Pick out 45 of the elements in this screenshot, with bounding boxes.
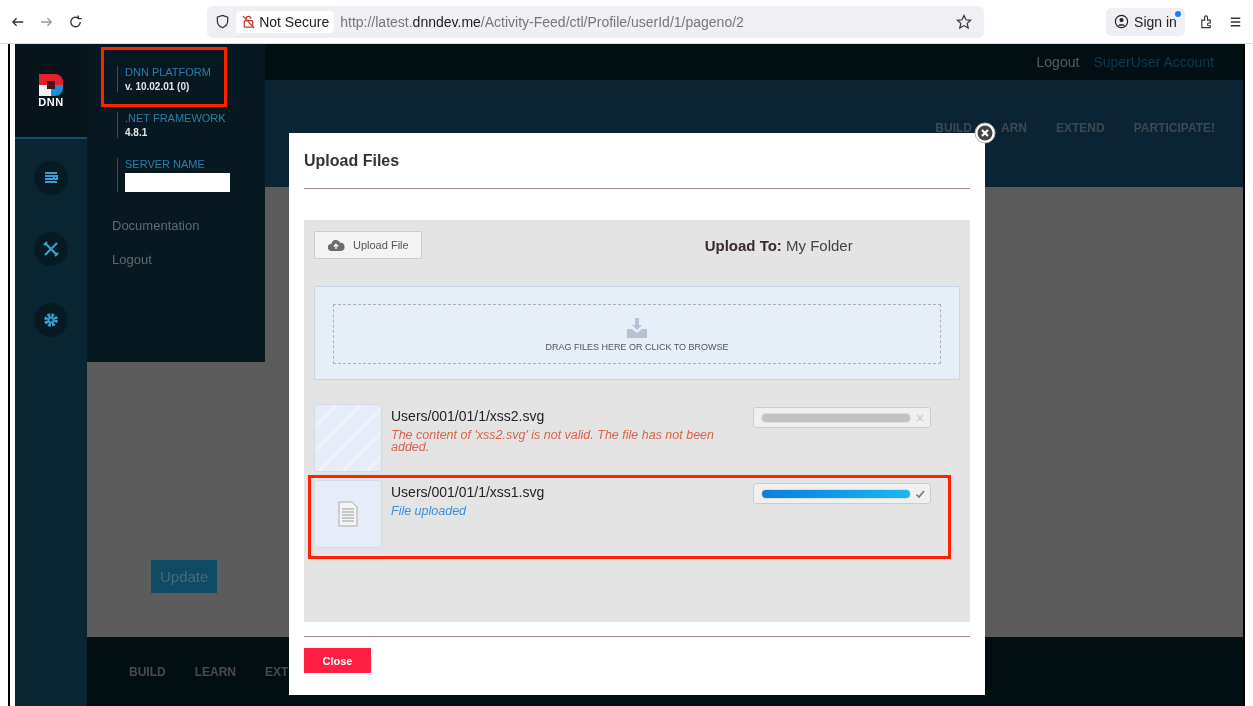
settings-icon[interactable] — [34, 303, 68, 337]
upload-destination: Upload To: My Folder — [704, 236, 853, 254]
info-value: 4.8.1 — [125, 127, 149, 138]
address-bar[interactable]: Not Secure http://latest.dnndev.me/Activity-Feed/ctl/Profile/userId/1/pageno/2 — [207, 5, 985, 38]
top-link[interactable]: Logout — [1036, 54, 1080, 70]
file-status-message: The content of 'xss2.svg' is not valid. The file has not been added. — [391, 429, 715, 453]
dnn-logo[interactable]: DNN — [38, 73, 64, 108]
file-name: Users/001/01/1/xss1.svg — [391, 484, 546, 500]
drop-zone[interactable]: DRAG FILES HERE OR CLICK TO BROWSE — [333, 304, 941, 364]
cross-icon — [915, 412, 925, 423]
document-icon — [338, 501, 358, 527]
sign-in-button[interactable]: Sign in — [1106, 7, 1185, 36]
footer-link[interactable]: EXT — [265, 664, 289, 679]
cloud-upload-icon — [327, 238, 345, 252]
footer-link[interactable]: BUILD — [129, 664, 166, 679]
close-button[interactable]: Close — [304, 648, 371, 673]
top-link[interactable]: SuperUser Account — [1093, 54, 1214, 70]
update-button[interactable]: Update — [151, 560, 218, 593]
panel-link[interactable]: Documentation — [112, 218, 265, 233]
info-value: v. 10.02.01 (0) — [125, 81, 191, 92]
dialog-title: Upload Files — [304, 151, 401, 171]
reload-icon[interactable] — [68, 13, 84, 30]
file-status-message: File uploaded — [391, 505, 468, 517]
file-name: Users/001/01/1/xss2.svg — [391, 408, 546, 424]
file-thumbnail — [314, 404, 382, 472]
download-tray-icon — [626, 316, 648, 339]
info-label: SERVER NAME — [125, 158, 206, 170]
info-label: .NET FRAMEWORK — [125, 112, 227, 124]
extensions-icon[interactable] — [1198, 13, 1214, 30]
upload-file-button[interactable]: Upload File — [314, 231, 422, 259]
footer-link[interactable]: LEARN — [194, 664, 236, 679]
info-label: DNN PLATFORM — [125, 66, 212, 78]
content-icon[interactable] — [34, 161, 68, 195]
account-icon — [1114, 14, 1130, 29]
notification-dot — [1174, 10, 1181, 17]
close-icon[interactable] — [974, 122, 996, 144]
check-icon — [915, 488, 925, 499]
panel-link[interactable]: Logout — [112, 252, 265, 267]
shield-icon[interactable] — [215, 14, 231, 29]
lock-slash-icon — [241, 14, 257, 29]
url-text: http://latest.dnndev.me/Activity-Feed/ctl/Profile/userId/1/pageno/2 — [340, 13, 745, 30]
drop-zone-text: DRAG FILES HERE OR CLICK TO BROWSE — [545, 341, 729, 352]
star-icon[interactable] — [956, 13, 973, 30]
security-chip[interactable]: Not Secure — [236, 10, 335, 33]
tools-icon[interactable] — [34, 232, 68, 266]
